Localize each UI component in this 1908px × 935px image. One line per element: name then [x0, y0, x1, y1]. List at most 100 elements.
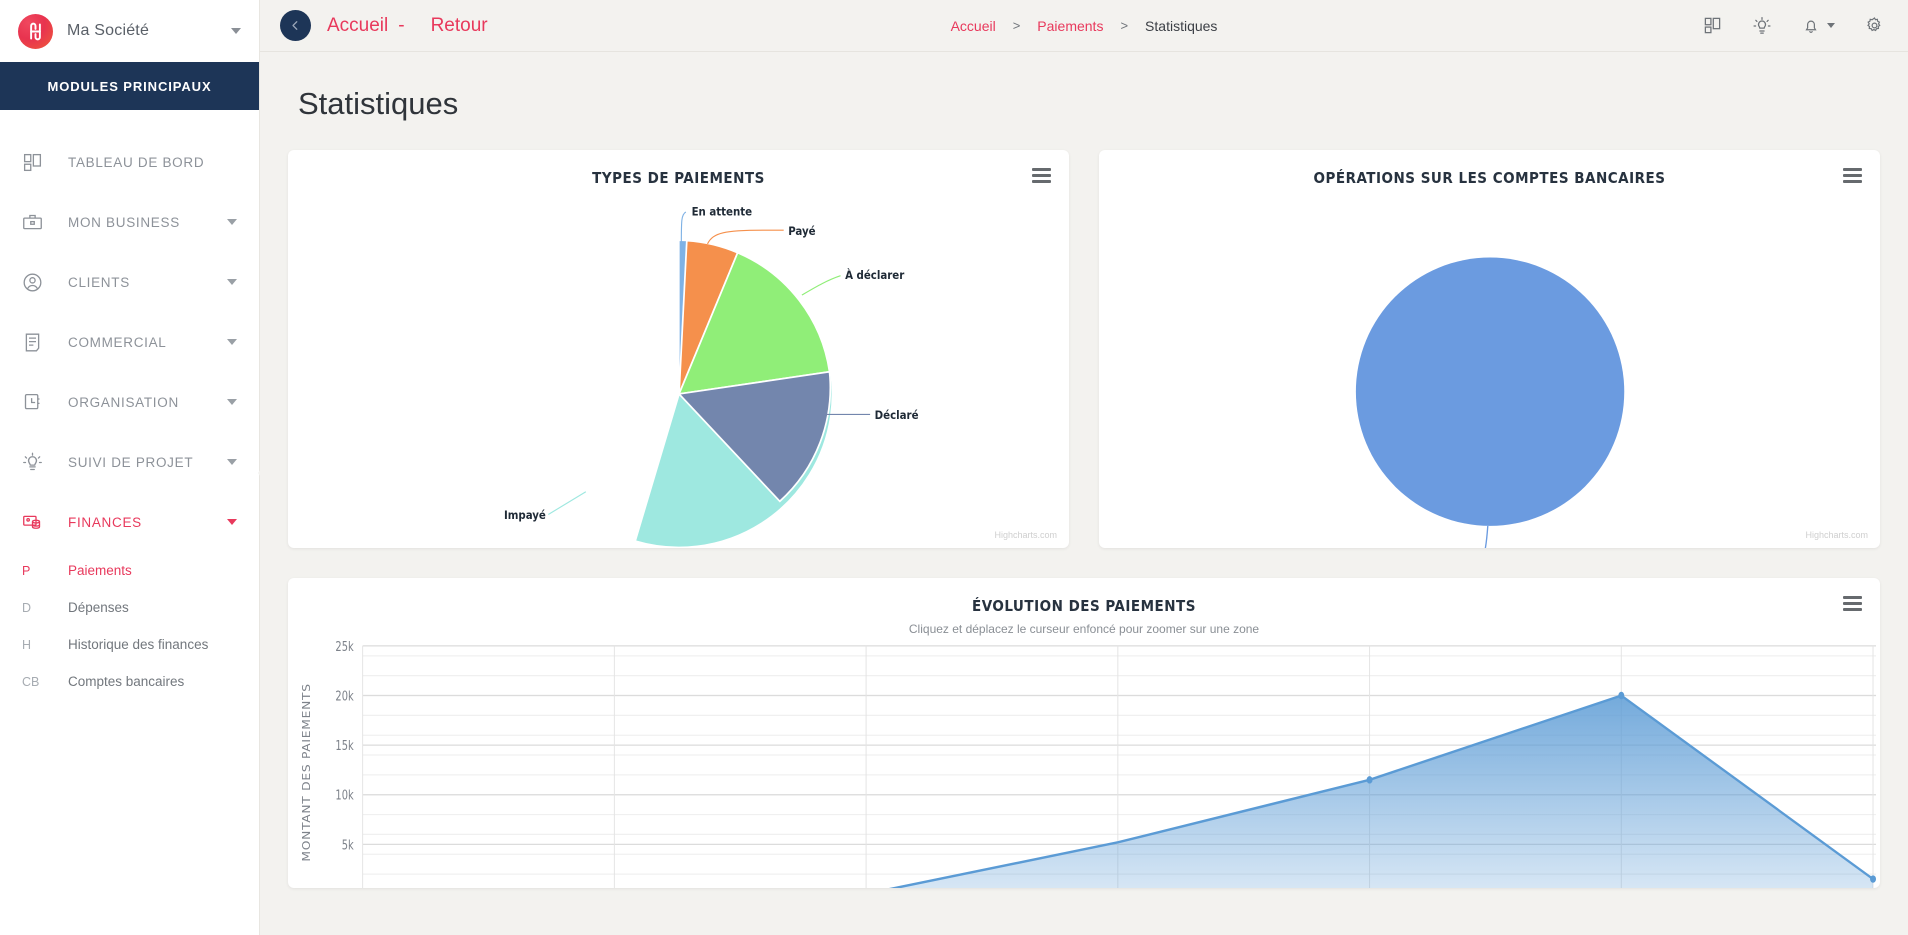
hamburger-menu-icon[interactable] — [1843, 168, 1862, 183]
sidebar-item-label: FINANCES — [68, 514, 142, 530]
card-types-de-paiements: TYPES DE PAIEMENTS En attente Payé À déc… — [288, 150, 1069, 548]
chevron-down-icon[interactable] — [227, 459, 237, 465]
highcharts-credit[interactable]: Highcharts.com — [1805, 530, 1868, 540]
breadcrumb-separator: > — [1120, 18, 1129, 33]
breadcrumb-item-paiements[interactable]: Paiements — [1037, 18, 1103, 34]
brand-name: Ma Société — [67, 22, 150, 39]
apps-grid-icon[interactable] — [1703, 16, 1722, 35]
app-logo-icon — [18, 13, 53, 49]
chart-title: OPÉRATIONS SUR LES COMPTES BANCAIRES — [1313, 169, 1666, 187]
topbar: Accueil - Retour Accueil > Paiements > S… — [260, 0, 1908, 52]
chevron-down-icon[interactable] — [227, 519, 237, 525]
chart-subtitle: Cliquez et déplacez le curseur enfoncé p… — [908, 622, 1260, 636]
sidebar-item-commercial[interactable]: COMMERCIAL — [0, 312, 259, 372]
page-content: Statistiques TYPES DE PAIEMENTS En atten… — [260, 52, 1908, 935]
pie-connector-impaye — [548, 491, 587, 515]
pie-chart-operations-comptes-bancaires: Mon compte bancaire — [1099, 187, 1880, 548]
document-lines-icon — [22, 332, 52, 353]
y-tick-5k: 5k — [342, 837, 354, 852]
user-circle-icon — [22, 272, 52, 293]
y-tick-15k: 15k — [335, 738, 354, 753]
subitem-label: Paiements — [68, 563, 132, 578]
sidebar-item-label: TABLEAU DE BORD — [68, 154, 205, 170]
sidebar-item-label: COMMERCIAL — [68, 334, 167, 350]
sidebar-nav: TABLEAU DE BORD MON BUSINESS CLIENTS COM… — [0, 110, 259, 700]
subitem-code: D — [22, 600, 32, 615]
y-tick-25k: 25k — [335, 639, 354, 654]
sidebar-item-organisation[interactable]: ORGANISATION — [0, 372, 259, 432]
brand-header[interactable]: Ma Société — [0, 0, 259, 62]
chevron-down-icon[interactable] — [1827, 23, 1835, 28]
y-axis-title: MONTANT DES PAIEMENTS — [300, 683, 312, 861]
subitem-code: H — [22, 637, 32, 652]
sidebar-section-header: MODULES PRINCIPAUX — [0, 62, 259, 110]
sidebar-item-label: ORGANISATION — [68, 394, 179, 410]
gear-icon[interactable] — [1865, 16, 1884, 35]
sidebar-subitem-paiements[interactable]: P Paiements — [0, 552, 259, 589]
pie-connector-a-declarer — [801, 275, 841, 296]
pie-label-impaye: Impayé — [504, 508, 546, 522]
sidebar-item-label: CLIENTS — [68, 274, 130, 290]
clock-box-icon — [22, 392, 52, 413]
dashboard-grid-icon — [22, 152, 52, 173]
topbar-back-link[interactable]: Retour — [431, 15, 488, 37]
pie-connector-paye — [706, 229, 784, 245]
sidebar-item-tableau-de-bord[interactable]: TABLEAU DE BORD — [0, 132, 259, 192]
chevron-down-icon[interactable] — [227, 339, 237, 345]
sidebar-item-mon-business[interactable]: MON BUSINESS — [0, 192, 259, 252]
main-area: Accueil - Retour Accueil > Paiements > S… — [260, 0, 1908, 935]
page-title: Statistiques — [298, 86, 459, 121]
sidebar-subitem-historique-des-finances[interactable]: H Historique des finances — [0, 626, 259, 663]
breadcrumb-separator: > — [1012, 18, 1021, 33]
topbar-home-link[interactable]: Accueil — [327, 15, 388, 37]
chevron-down-icon[interactable] — [227, 219, 237, 225]
area-svg: 0 5k 10k 15k 20k 25k MONTANT DES PAIEMEN… — [300, 639, 1877, 888]
sidebar-item-finances[interactable]: FINANCES — [0, 492, 259, 552]
chevron-left-icon — [292, 21, 298, 30]
hamburger-menu-icon[interactable] — [1843, 596, 1862, 611]
chevron-down-icon[interactable] — [227, 399, 237, 405]
charts-row: TYPES DE PAIEMENTS En attente Payé À déc… — [288, 150, 1880, 548]
subitem-code: P — [22, 563, 31, 578]
pie-svg: En attente Payé À déclarer Déclaré Impay… — [504, 204, 919, 548]
pie-label-declare: Déclaré — [875, 408, 919, 422]
briefcase-icon — [22, 212, 52, 233]
lightbulb-icon[interactable] — [1752, 16, 1772, 36]
chart-title: TYPES DE PAIEMENTS — [592, 169, 765, 187]
breadcrumb: Accueil > Paiements > Statistiques — [951, 18, 1218, 34]
breadcrumb-item-accueil[interactable]: Accueil — [951, 18, 996, 34]
subitem-label: Dépenses — [68, 600, 129, 615]
sidebar-subitem-depenses[interactable]: D Dépenses — [0, 589, 259, 626]
subitem-label: Historique des finances — [68, 637, 209, 652]
chart-title: ÉVOLUTION DES PAIEMENTS — [972, 597, 1196, 615]
sidebar-item-label: MON BUSINESS — [68, 214, 180, 230]
area-chart-evolution-des-paiements[interactable]: 0 5k 10k 15k 20k 25k MONTANT DES PAIEMEN… — [288, 636, 1880, 888]
lightbulb-icon — [22, 452, 52, 473]
card-evolution-des-paiements: ÉVOLUTION DES PAIEMENTS Cliquez et dépla… — [288, 578, 1880, 888]
back-button[interactable] — [280, 10, 311, 41]
pie-label-a-declarer: À déclarer — [845, 268, 905, 282]
pie-svg: Mon compte bancaire — [1355, 257, 1625, 548]
topbar-separator: - — [398, 14, 405, 36]
hamburger-menu-icon[interactable] — [1032, 168, 1051, 183]
highcharts-credit[interactable]: Highcharts.com — [994, 530, 1057, 540]
sidebar: Ma Société MODULES PRINCIPAUX TABLEAU DE… — [0, 0, 271, 935]
pie-label-paye: Payé — [788, 224, 815, 238]
pie-chart-types-de-paiements: En attente Payé À déclarer Déclaré Impay… — [288, 187, 1069, 548]
bell-icon[interactable] — [1802, 17, 1835, 35]
sidebar-subitem-comptes-bancaires[interactable]: CB Comptes bancaires — [0, 663, 259, 700]
subitem-label: Comptes bancaires — [68, 674, 185, 689]
pie-label-en-attente: En attente — [692, 204, 753, 218]
pie-connector-en-attente — [680, 211, 687, 242]
y-tick-10k: 10k — [335, 788, 354, 803]
breadcrumb-item-statistiques: Statistiques — [1145, 17, 1218, 34]
chevron-down-icon[interactable] — [231, 28, 241, 34]
pie-slice-mon-compte-bancaire[interactable] — [1355, 257, 1625, 526]
sidebar-item-label: SUIVI DE PROJET — [68, 454, 194, 470]
pie-connector-mon-compte-bancaire — [1484, 525, 1489, 548]
chevron-down-icon[interactable] — [227, 279, 237, 285]
sidebar-item-suivi-de-projet[interactable]: SUIVI DE PROJET — [0, 432, 259, 492]
sidebar-item-clients[interactable]: CLIENTS — [0, 252, 259, 312]
y-tick-0: 0 — [347, 887, 353, 888]
subitem-code: CB — [22, 674, 40, 689]
